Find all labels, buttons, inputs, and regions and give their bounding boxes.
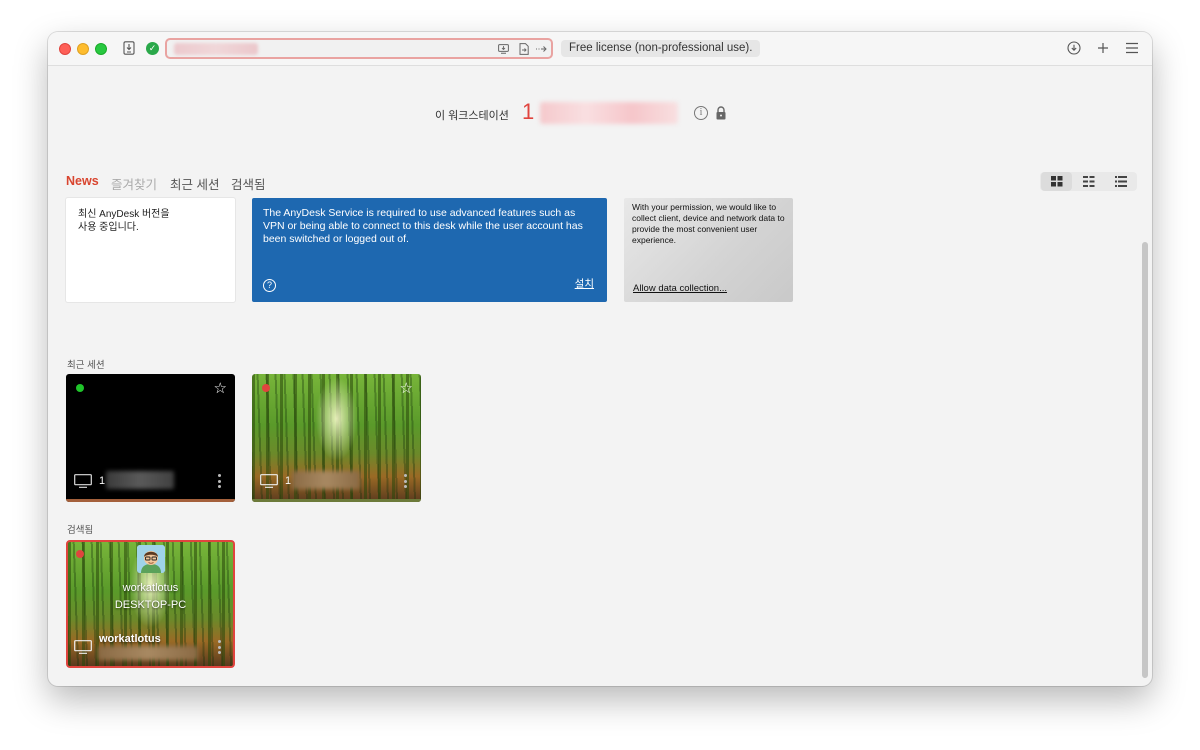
info-icon[interactable]: i	[694, 106, 708, 120]
user-avatar	[137, 545, 165, 573]
allow-data-collection-link[interactable]: Allow data collection...	[633, 283, 727, 294]
tile-accent-bar	[252, 499, 421, 502]
security-check-icon[interactable]: ✓	[146, 42, 159, 55]
address-book-icon[interactable]	[121, 40, 137, 56]
remote-address-input[interactable]	[165, 38, 553, 59]
file-transfer-icon[interactable]	[517, 42, 530, 55]
more-options-icon[interactable]	[218, 640, 221, 654]
scrollbar[interactable]	[1139, 197, 1150, 683]
list-icon[interactable]	[1105, 172, 1136, 191]
help-icon[interactable]: ?	[263, 279, 276, 292]
view-mode-toggle	[1040, 172, 1137, 191]
news-card-data-collection: With your permission, we would like to c…	[624, 198, 793, 302]
session-id-prefix: 1	[285, 475, 292, 487]
license-badge: Free license (non-professional use).	[561, 40, 761, 57]
workstation-id-prefix: 1	[522, 99, 535, 124]
minimize-window-button[interactable]	[77, 43, 89, 55]
session-tile[interactable]: ☆ 1	[252, 374, 421, 502]
discovered-device-tile[interactable]: workatlotus DESKTOP-PC workatlotus	[66, 540, 235, 668]
tab-favorites[interactable]: 즐겨찾기	[111, 174, 157, 193]
blurred-workstation-id	[540, 102, 678, 124]
grid-small-icon[interactable]	[1073, 172, 1104, 191]
version-message: 최신 AnyDesk 버전을 사용 중입니다.	[78, 209, 170, 233]
tab-discovered[interactable]: 검색됨	[231, 174, 266, 193]
news-card-version: 최신 AnyDesk 버전을 사용 중입니다.	[66, 198, 235, 302]
remote-desktop-icon[interactable]	[497, 42, 510, 55]
title-bar: ✓ Free license (non-professional use).	[48, 32, 1152, 66]
anydesk-window: ✓ Free license (non-professional use). 이…	[48, 32, 1152, 686]
connect-arrow-icon[interactable]	[535, 42, 548, 55]
blurred-session-id	[292, 471, 360, 489]
discovered-alias: workatlotus	[99, 633, 161, 645]
hamburger-menu-icon[interactable]	[1124, 40, 1140, 56]
zoom-window-button[interactable]	[95, 43, 107, 55]
news-card-service: The AnyDesk Service is required to use a…	[252, 198, 607, 302]
monitor-icon	[74, 640, 92, 654]
offline-status-dot	[76, 550, 84, 558]
this-workstation-label: 이 워크스테이션	[435, 110, 509, 122]
favorite-star-icon[interactable]: ☆	[214, 379, 227, 397]
tile-accent-bar	[66, 499, 235, 502]
discovered-hostname: DESKTOP-PC	[114, 599, 187, 611]
close-window-button[interactable]	[59, 43, 71, 55]
monitor-icon	[74, 474, 92, 488]
install-service-link[interactable]: 설치	[575, 278, 594, 291]
favorite-star-icon[interactable]: ☆	[400, 379, 413, 397]
discovered-label: 검색됨	[67, 525, 94, 536]
monitor-icon	[260, 474, 278, 488]
session-tile[interactable]: ☆ 1	[66, 374, 235, 502]
blurred-device-id	[98, 646, 198, 660]
blurred-session-id	[106, 471, 174, 489]
more-options-icon[interactable]	[404, 474, 407, 488]
service-message: The AnyDesk Service is required to use a…	[263, 207, 583, 245]
data-collection-message: With your permission, we would like to c…	[632, 202, 785, 245]
offline-status-dot	[262, 384, 270, 392]
recent-sessions-label: 최근 세션	[67, 360, 105, 371]
discovered-username: workatlotus	[122, 582, 179, 594]
grid-large-icon[interactable]	[1041, 172, 1072, 191]
online-status-dot	[76, 384, 84, 392]
lock-icon[interactable]	[715, 106, 727, 120]
more-options-icon[interactable]	[218, 474, 221, 488]
session-id-prefix: 1	[99, 475, 106, 487]
download-icon[interactable]	[1066, 40, 1082, 56]
scrollbar-thumb[interactable]	[1142, 242, 1148, 678]
tab-recent-sessions[interactable]: 최근 세션	[170, 174, 219, 193]
blurred-address	[174, 43, 258, 55]
new-tab-plus-icon[interactable]	[1095, 40, 1111, 56]
tab-news[interactable]: News	[66, 174, 99, 188]
